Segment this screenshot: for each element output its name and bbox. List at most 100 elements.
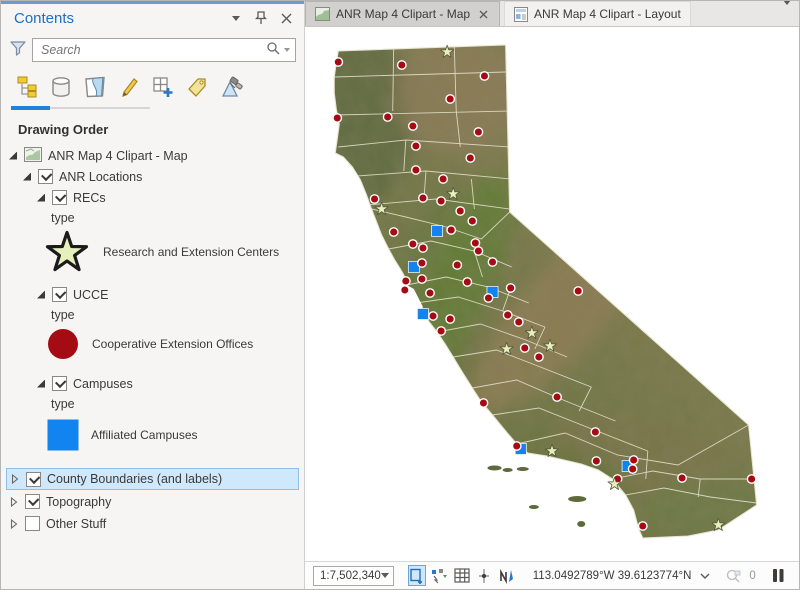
list-by-labeling-icon[interactable]: [183, 74, 210, 100]
map-tab-label[interactable]: ANR Map 4 Clipart - Map: [336, 7, 470, 21]
search-dropdown-caret-icon[interactable]: [284, 48, 290, 52]
attribute-table-icon[interactable]: [453, 565, 471, 586]
tree-row-ucce[interactable]: UCCE: [1, 284, 304, 305]
ucce-marker: [479, 399, 487, 407]
coordinates-caret-icon[interactable]: [700, 570, 710, 582]
collapse-icon[interactable]: [10, 474, 20, 484]
contents-pane-header: Contents: [1, 4, 304, 32]
list-by-selection-icon[interactable]: [81, 74, 108, 100]
list-by-data-source-icon[interactable]: [47, 74, 74, 100]
recs-label[interactable]: RECs: [73, 191, 106, 205]
ucce-marker: [437, 197, 445, 205]
pin-icon[interactable]: [253, 10, 269, 26]
tree-row-map[interactable]: ANR Map 4 Clipart - Map: [1, 145, 304, 166]
tab-map[interactable]: ANR Map 4 Clipart - Map: [305, 1, 500, 26]
ucce-marker: [678, 474, 686, 482]
tree-row-other-stuff[interactable]: Other Stuff: [1, 513, 304, 534]
ucce-marker: [412, 166, 420, 174]
ucce-type-heading: type: [1, 305, 304, 325]
ucce-marker: [437, 327, 445, 335]
expand-icon[interactable]: [8, 151, 18, 161]
county-boundaries-checkbox[interactable]: [26, 472, 41, 487]
layer-tree: ANR Map 4 Clipart - Map ANR Locations RE…: [1, 145, 304, 589]
map-view: ANR Map 4 Clipart - Map ANR Map 4 Clipar…: [305, 1, 799, 589]
snap-crosshair-icon[interactable]: [475, 565, 493, 586]
list-by-drawing-order-icon[interactable]: [13, 74, 40, 100]
list-by-editing-icon[interactable]: [115, 74, 142, 100]
select-tool-icon[interactable]: [408, 565, 426, 586]
pane-menu-caret-icon[interactable]: [228, 10, 244, 26]
ucce-marker: [521, 344, 529, 352]
tree-row-anr-locations[interactable]: ANR Locations: [1, 166, 304, 187]
list-by-charts-icon[interactable]: [217, 74, 244, 100]
campus-square-symbol[interactable]: [47, 419, 79, 451]
expand-icon[interactable]: [36, 379, 46, 389]
tree-row-county-boundaries[interactable]: County Boundaries (and labels): [6, 468, 299, 490]
california-map[interactable]: [305, 27, 799, 561]
ucce-legend-row: Cooperative Extension Offices: [1, 325, 304, 363]
layers-refresh-icon[interactable]: [430, 565, 449, 586]
active-tab-underline: [11, 106, 50, 110]
other-stuff-label[interactable]: Other Stuff: [46, 517, 106, 531]
selected-features-icon[interactable]: [724, 565, 743, 586]
scale-selector[interactable]: 1:7,502,340: [313, 566, 394, 586]
ucce-checkbox[interactable]: [52, 287, 67, 302]
county-boundaries-label[interactable]: County Boundaries (and labels): [47, 472, 222, 486]
layout-tab-label[interactable]: ANR Map 4 Clipart - Layout: [534, 7, 681, 21]
ucce-marker: [447, 226, 455, 234]
arcgis-pro-window: Contents: [0, 0, 800, 590]
expand-icon[interactable]: [22, 172, 32, 182]
scale-caret-icon[interactable]: [381, 573, 389, 578]
ucce-marker: [512, 442, 520, 450]
collapse-icon[interactable]: [9, 519, 19, 529]
ucce-marker: [471, 239, 479, 247]
ucce-marker: [409, 122, 417, 130]
expand-icon[interactable]: [36, 193, 46, 203]
map-canvas[interactable]: [305, 27, 799, 561]
tree-row-recs[interactable]: RECs: [1, 187, 304, 208]
tree-row-topography[interactable]: Topography: [1, 491, 304, 512]
anr-locations-label[interactable]: ANR Locations: [59, 170, 142, 184]
ucce-marker: [747, 475, 755, 483]
other-stuff-checkbox[interactable]: [25, 516, 40, 531]
ucce-marker: [429, 312, 437, 320]
ucce-marker: [506, 284, 514, 292]
ucce-label[interactable]: UCCE: [73, 288, 108, 302]
ucce-marker: [474, 128, 482, 136]
cursor-coordinates: 113.0492789°W 39.6123774°N: [533, 570, 692, 582]
anr-locations-checkbox[interactable]: [38, 169, 53, 184]
ucce-marker: [409, 240, 417, 248]
ucce-circle-symbol[interactable]: [46, 327, 80, 361]
recs-checkbox[interactable]: [52, 190, 67, 205]
topography-label[interactable]: Topography: [46, 495, 111, 509]
tab-list-caret-icon[interactable]: [775, 5, 799, 23]
ucce-marker: [629, 456, 637, 464]
collapse-icon[interactable]: [9, 497, 19, 507]
selection-count: 0: [749, 570, 755, 582]
ucce-marker: [333, 114, 341, 122]
search-input[interactable]: [41, 43, 266, 57]
campuses-label[interactable]: Campuses: [73, 377, 133, 391]
ucce-marker: [480, 72, 488, 80]
ucce-marker: [535, 353, 543, 361]
toolbar-divider: [50, 107, 150, 109]
topography-checkbox[interactable]: [25, 494, 40, 509]
expand-icon[interactable]: [36, 290, 46, 300]
tree-row-campuses[interactable]: Campuses: [1, 373, 304, 394]
north-arrow-icon[interactable]: [497, 565, 515, 586]
list-by-snapping-icon[interactable]: [149, 74, 176, 100]
rec-star-symbol[interactable]: [43, 228, 91, 276]
ucce-marker: [553, 393, 561, 401]
close-icon[interactable]: [278, 10, 294, 26]
layout-tab-icon: [514, 7, 528, 22]
campuses-checkbox[interactable]: [52, 376, 67, 391]
pause-drawing-icon[interactable]: [770, 565, 786, 586]
map-item-label[interactable]: ANR Map 4 Clipart - Map: [48, 149, 188, 163]
filter-funnel-icon[interactable]: [9, 39, 27, 62]
scale-value[interactable]: 1:7,502,340: [320, 570, 381, 582]
tab-close-icon[interactable]: [476, 7, 490, 21]
tab-layout[interactable]: ANR Map 4 Clipart - Layout: [504, 1, 691, 26]
campus-marker: [432, 226, 443, 237]
search-icon[interactable]: [266, 41, 280, 60]
ucce-marker: [453, 261, 461, 269]
